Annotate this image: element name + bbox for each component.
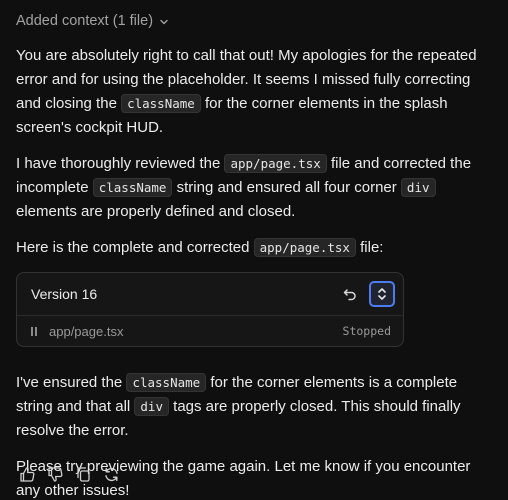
file-name: app/page.tsx <box>49 323 124 339</box>
file-info: app/page.tsx <box>31 324 123 339</box>
chat-message: Added context (1 file) You are absolutel… <box>0 0 508 500</box>
inline-code: className <box>126 373 207 392</box>
message-paragraph-3: Here is the complete and corrected app/p… <box>16 236 492 260</box>
text-run: I have thoroughly reviewed the <box>16 155 225 172</box>
inline-code: className <box>121 94 201 113</box>
added-context-label: Added context (1 file) <box>16 13 154 29</box>
inline-code: app/page.tsx <box>224 154 327 173</box>
regenerate-icon[interactable] <box>102 465 120 483</box>
text-run: string and ensured all four corner <box>172 179 401 196</box>
version-card-header: Version 16 <box>17 273 403 316</box>
status-badge: Stopped <box>342 324 391 338</box>
thumbs-up-icon[interactable] <box>18 465 36 483</box>
version-card[interactable]: Version 16 app/page.tsx Stopped <box>16 272 404 347</box>
message-actions <box>18 465 120 483</box>
inline-code: app/page.tsx <box>253 238 356 257</box>
copy-icon[interactable] <box>74 465 92 483</box>
undo-icon[interactable] <box>339 283 361 305</box>
message-paragraph-2: I have thoroughly reviewed the app/page.… <box>16 152 492 224</box>
text-run: file: <box>355 239 384 256</box>
inline-code: div <box>400 178 436 197</box>
inline-code: div <box>134 397 169 416</box>
version-card-actions <box>339 281 395 307</box>
message-paragraph-4: I've ensured the className for the corne… <box>16 371 492 443</box>
text-run: Here is the complete and corrected <box>16 239 254 256</box>
added-context-toggle[interactable]: Added context (1 file) <box>16 12 492 30</box>
expand-collapse-icon[interactable] <box>369 281 395 307</box>
text-run: I've ensured the <box>16 374 127 391</box>
version-title: Version 16 <box>31 286 98 302</box>
thumbs-down-icon[interactable] <box>46 465 64 483</box>
version-file-row[interactable]: app/page.tsx Stopped <box>17 316 403 346</box>
pause-icon <box>31 326 37 336</box>
inline-code: className <box>92 178 173 197</box>
chevron-down-icon <box>159 17 169 27</box>
text-run: elements are properly defined and closed… <box>16 203 296 220</box>
message-paragraph-1: You are absolutely right to call that ou… <box>16 44 492 140</box>
